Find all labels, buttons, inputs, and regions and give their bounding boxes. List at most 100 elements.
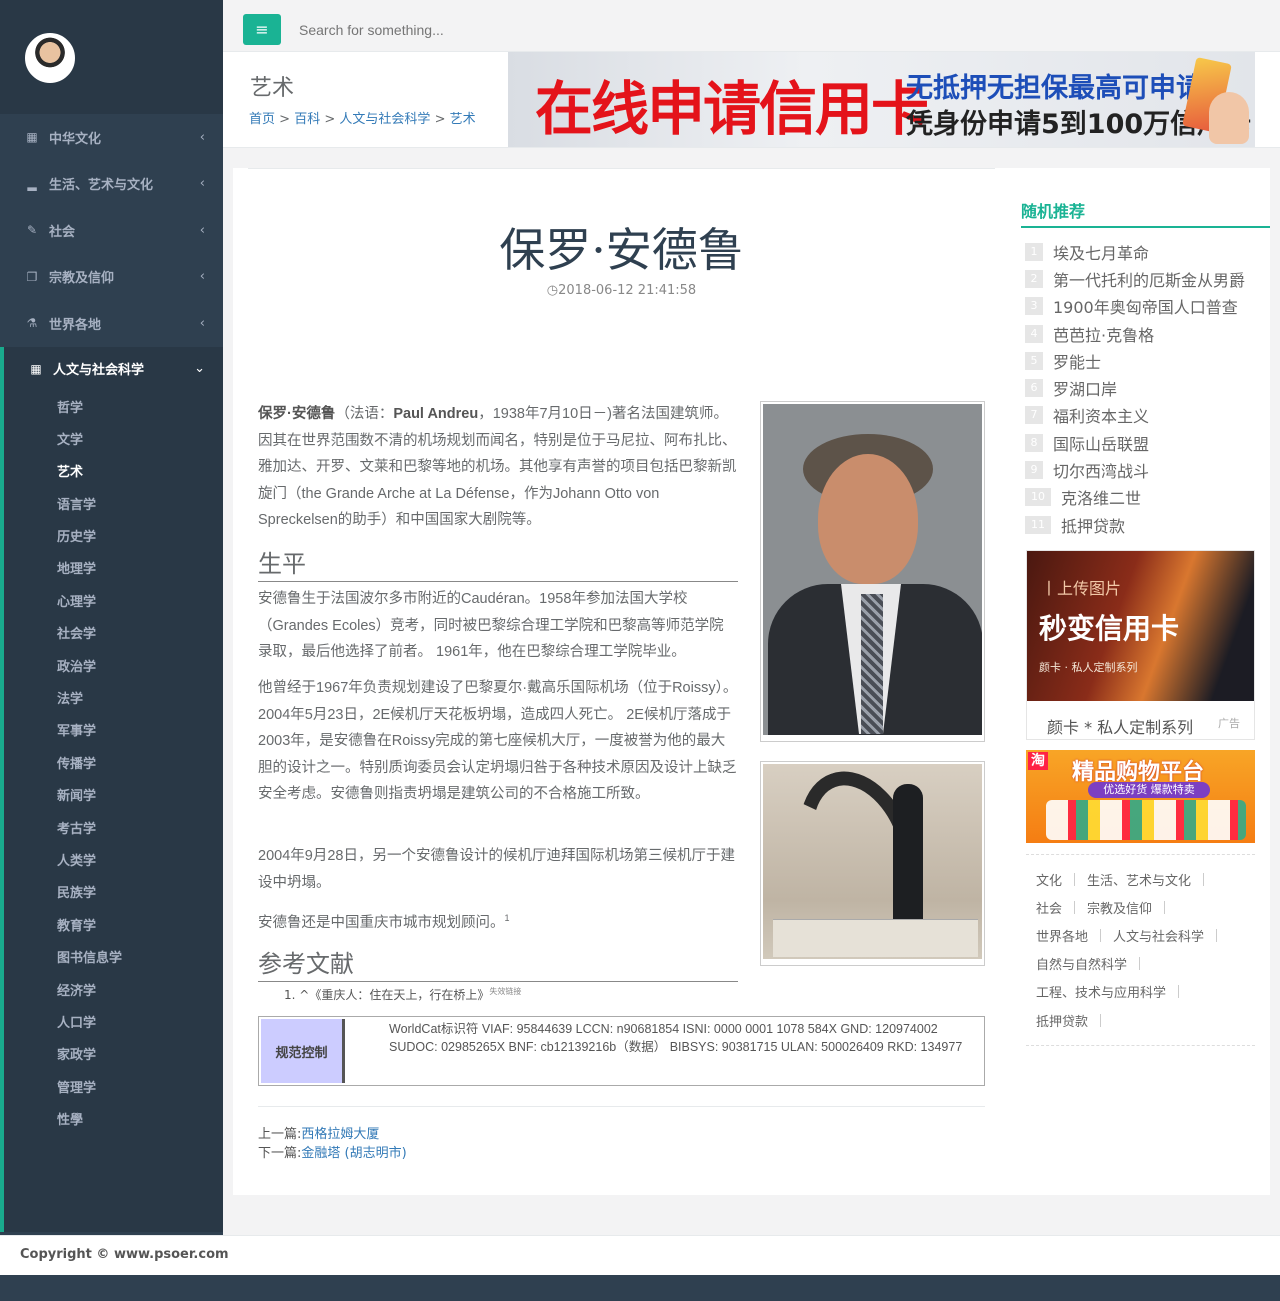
taobao-logo-icon: 淘: [1028, 752, 1048, 770]
recommend-link[interactable]: 罗湖口岸: [1053, 376, 1117, 400]
recommend-item[interactable]: 4 芭芭拉·克鲁格: [1025, 320, 1265, 347]
rank-badge: 2: [1025, 269, 1043, 288]
breadcrumb-link[interactable]: 百科: [294, 112, 320, 127]
portrait-photo: [760, 401, 985, 742]
article-paragraph: 2004年9月28日，另一个安德鲁设计的候机厅迪拜国际机场第三候机厅于建设中坍塌…: [258, 848, 735, 891]
bottom-bar: [0, 1275, 1280, 1301]
sidebar-item[interactable]: ▂ 生活、艺术与文化 ‹: [0, 161, 223, 208]
sidebar-subitem[interactable]: 人口学: [4, 1008, 223, 1040]
sidebar-subitem[interactable]: 新闻学: [4, 781, 223, 813]
separator: [1203, 872, 1205, 886]
breadcrumb-link[interactable]: 首页: [249, 112, 275, 127]
search-input[interactable]: [293, 14, 693, 46]
recommend-item[interactable]: 7 福利资本主义: [1025, 402, 1265, 429]
recommend-item[interactable]: 5 罗能士: [1025, 347, 1265, 374]
avatar[interactable]: [25, 33, 75, 83]
sidebar-item-humanities[interactable]: ▦ 人文与社会科学 ⌄: [4, 347, 223, 391]
sidebar-item[interactable]: ▦ 中华文化 ‹: [0, 114, 223, 161]
sidebar-item[interactable]: ❐ 宗教及信仰 ‹: [0, 254, 223, 301]
category-link[interactable]: 自然与自然科学: [1036, 954, 1127, 973]
category-link[interactable]: 工程、技术与应用科学: [1036, 982, 1166, 1001]
recommend-link[interactable]: 国际山岳联盟: [1053, 431, 1149, 455]
sidebar-subitem[interactable]: 人类学: [4, 846, 223, 878]
prev-article-link[interactable]: 西格拉姆大厦: [301, 1127, 379, 1142]
ad-caption: 颜卡 * 私人定制系列: [1047, 718, 1194, 737]
category-link[interactable]: 宗教及信仰: [1087, 898, 1152, 917]
menu-toggle-button[interactable]: ≡: [243, 14, 281, 45]
category-row: 工程、技术与应用科学: [1036, 978, 1255, 1006]
recommend-link[interactable]: 埃及七月革命: [1053, 240, 1149, 264]
sidebar-subitem[interactable]: 民族学: [4, 878, 223, 910]
recommend-item[interactable]: 8 国际山岳联盟: [1025, 429, 1265, 456]
footnote-ref[interactable]: 1: [505, 913, 510, 923]
sidebar-subitem[interactable]: 社会学: [4, 619, 223, 651]
category-row: 自然与自然科学: [1036, 950, 1255, 978]
sidebar-subitem[interactable]: 性學: [4, 1105, 223, 1137]
recommend-link[interactable]: 芭芭拉·克鲁格: [1053, 322, 1154, 346]
sidebar-subitem[interactable]: 语言学: [4, 490, 223, 522]
recommend-link[interactable]: 1900年奥匈帝国人口普查: [1053, 294, 1238, 318]
recommend-link[interactable]: 克洛维二世: [1061, 485, 1141, 509]
sidebar-item[interactable]: ⚗ 世界各地 ‹: [0, 300, 223, 347]
sidebar-subitem[interactable]: 艺术: [4, 457, 223, 489]
chevron-left-icon: ‹: [199, 315, 205, 331]
sidebar-subitem[interactable]: 心理学: [4, 587, 223, 619]
breadcrumb-link[interactable]: 人文与社会科学: [339, 112, 430, 127]
article-paragraph: 安德鲁还是中国重庆市城市规划顾问。1: [258, 913, 510, 931]
sidebar-subitem[interactable]: 法学: [4, 684, 223, 716]
recommend-item[interactable]: 2 第一代托利的厄斯金从男爵: [1025, 265, 1265, 292]
category-link[interactable]: 世界各地: [1036, 926, 1088, 945]
category-link[interactable]: 抵押贷款: [1036, 1011, 1088, 1030]
sidebar-subitem[interactable]: 图书信息学: [4, 943, 223, 975]
copyright: Copyright © www.psoer.com: [20, 1247, 229, 1262]
recommend-item[interactable]: 6 罗湖口岸: [1025, 374, 1265, 401]
hand-image: [1209, 92, 1249, 144]
sidebar-item[interactable]: ✎ 社会 ‹: [0, 207, 223, 254]
category-link[interactable]: 社会: [1036, 898, 1062, 917]
recommend-item[interactable]: 1 埃及七月革命: [1025, 238, 1265, 265]
recommend-item[interactable]: 3 1900年奥匈帝国人口普查: [1025, 293, 1265, 320]
category-row: 社会 宗教及信仰: [1036, 893, 1255, 921]
recommend-link[interactable]: 抵押贷款: [1061, 513, 1125, 537]
banner-ad[interactable]: 在线申请信用卡 无抵押无担保最高可申请 凭身份申请5到100万信用卡: [508, 52, 1255, 147]
authority-control-ids: WorldCat标识符 VIAF: 95844639 LCCN: n906818…: [389, 1022, 963, 1054]
sidebar-subitem[interactable]: 家政学: [4, 1040, 223, 1072]
sidebar-subitem[interactable]: 考古学: [4, 814, 223, 846]
sidebar: ▦ 中华文化 ‹ ▂ 生活、艺术与文化 ‹ ✎ 社会 ‹ ❐ 宗教及信仰 ‹ ⚗ 世界各地 ‹ ▦ 人文与社…: [0, 0, 223, 1235]
sidebar-item-label: 中华文化: [49, 131, 102, 147]
category-link[interactable]: 生活、艺术与文化: [1087, 870, 1191, 889]
sidebar-subitem[interactable]: 管理学: [4, 1073, 223, 1105]
sidebar-item-label: 人文与社会科学: [53, 363, 145, 378]
edit-icon: ✎: [26, 223, 38, 238]
category-link[interactable]: 文化: [1036, 870, 1062, 889]
shopping-ad[interactable]: 淘 精品购物平台 优选好货 爆款特卖: [1026, 750, 1255, 843]
category-link[interactable]: 人文与社会科学: [1113, 926, 1204, 945]
sidebar-subitem[interactable]: 教育学: [4, 911, 223, 943]
sidebar-subitem[interactable]: 文学: [4, 425, 223, 457]
recommend-item[interactable]: 11 抵押贷款: [1025, 511, 1265, 538]
chevron-left-icon: ‹: [199, 269, 205, 285]
breadcrumb-link[interactable]: 艺术: [450, 112, 476, 127]
next-article-link[interactable]: 金融塔 (胡志明市): [301, 1146, 406, 1161]
sidebar-subitem[interactable]: 地理学: [4, 554, 223, 586]
sidebar-subitem[interactable]: 军事学: [4, 716, 223, 748]
sidebar-item-label: 世界各地: [49, 317, 102, 333]
chevron-down-icon: ⌄: [194, 361, 205, 376]
recommend-link[interactable]: 福利资本主义: [1053, 403, 1149, 427]
separator: [1178, 985, 1180, 999]
recommend-link[interactable]: 罗能士: [1053, 349, 1101, 373]
recommend-link[interactable]: 第一代托利的厄斯金从男爵: [1053, 267, 1245, 291]
recommend-item[interactable]: 10 克洛维二世: [1025, 484, 1265, 511]
prev-next-links: 上一篇:西格拉姆大厦 下一篇:金融塔 (胡志明市): [258, 1127, 407, 1161]
sidebar-subitem[interactable]: 哲学: [4, 393, 223, 425]
recommend-item[interactable]: 9 切尔西湾战斗: [1025, 456, 1265, 483]
article: 保罗·安德鲁 ◷2018-06-12 21:41:58 保罗·安德鲁（法语：Pa…: [248, 168, 995, 1161]
sidebar-subitem[interactable]: 经济学: [4, 976, 223, 1008]
rank-badge: 5: [1025, 351, 1043, 370]
recommend-link[interactable]: 切尔西湾战斗: [1053, 458, 1149, 482]
sidebar-subitem[interactable]: 历史学: [4, 522, 223, 554]
sidebar-subitem[interactable]: 政治学: [4, 652, 223, 684]
sidebar-subitem[interactable]: 传播学: [4, 749, 223, 781]
ad-card[interactable]: 丨上传图片 秒变信用卡 颜卡 · 私人定制系列 颜卡 * 私人定制系列 广告: [1026, 550, 1255, 740]
product-images: [1046, 800, 1246, 840]
